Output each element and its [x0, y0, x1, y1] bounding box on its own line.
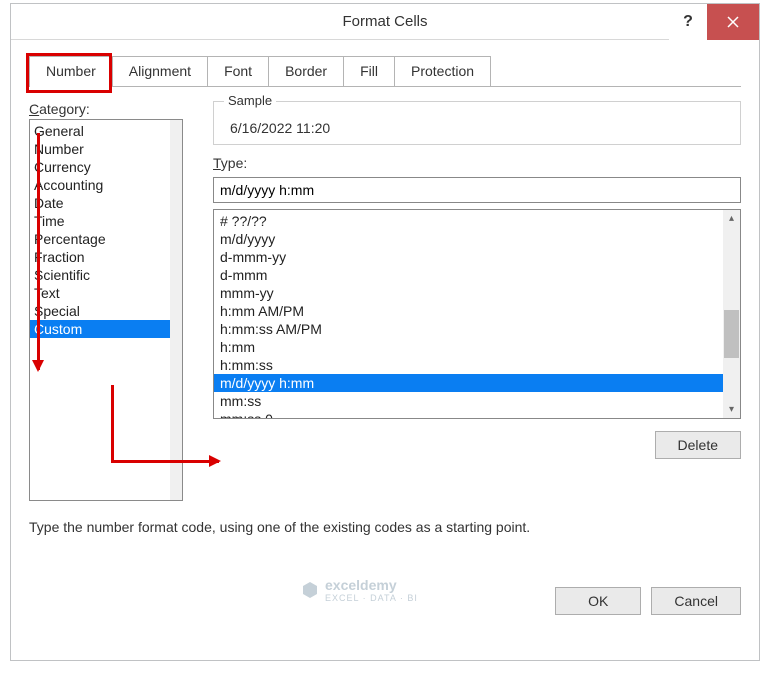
- type-item[interactable]: m/d/yyyy: [214, 230, 723, 248]
- category-item-special[interactable]: Special: [30, 302, 170, 320]
- type-item-selected[interactable]: m/d/yyyy h:mm: [214, 374, 723, 392]
- sample-box: Sample 6/16/2022 11:20: [213, 101, 741, 145]
- category-item-date[interactable]: Date: [30, 194, 170, 212]
- category-item-percentage[interactable]: Percentage: [30, 230, 170, 248]
- type-item[interactable]: mmm-yy: [214, 284, 723, 302]
- category-item-text[interactable]: Text: [30, 284, 170, 302]
- category-item-scientific[interactable]: Scientific: [30, 266, 170, 284]
- type-item[interactable]: mm:ss: [214, 392, 723, 410]
- scroll-down-icon[interactable]: ▾: [723, 401, 740, 418]
- category-label: Category:: [29, 101, 199, 117]
- format-cells-dialog: Format Cells ? Number Alignment Font Bor…: [10, 3, 760, 661]
- annotation-arrow-right-vertical: [111, 385, 114, 463]
- annotation-arrow-down: [37, 133, 40, 370]
- dialog-title: Format Cells: [11, 13, 759, 30]
- category-column: Category: General Number Currency Accoun…: [29, 101, 199, 501]
- scroll-up-icon[interactable]: ▴: [723, 210, 740, 227]
- category-item-fraction[interactable]: Fraction: [30, 248, 170, 266]
- type-input[interactable]: [213, 177, 741, 203]
- tab-bar: Number Alignment Font Border Fill Protec…: [29, 56, 741, 87]
- cancel-button[interactable]: Cancel: [651, 587, 741, 615]
- tab-border[interactable]: Border: [268, 56, 344, 86]
- sample-value: 6/16/2022 11:20: [224, 120, 730, 136]
- help-button[interactable]: ?: [669, 4, 707, 40]
- titlebar: Format Cells ?: [11, 4, 759, 40]
- type-scrollbar[interactable]: ▴ ▾: [723, 210, 740, 418]
- dialog-content: Number Alignment Font Border Fill Protec…: [11, 40, 759, 625]
- annotation-arrow-right-horizontal: [111, 460, 219, 463]
- category-scrollbar[interactable]: [170, 120, 182, 500]
- category-item-custom[interactable]: Custom: [30, 320, 170, 338]
- type-item[interactable]: h:mm:ss: [214, 356, 723, 374]
- title-buttons: ?: [669, 4, 759, 40]
- close-button[interactable]: [707, 4, 759, 40]
- sample-legend: Sample: [224, 93, 276, 108]
- type-item[interactable]: h:mm: [214, 338, 723, 356]
- type-list[interactable]: # ??/?? m/d/yyyy d-mmm-yy d-mmm mmm-yy h…: [213, 209, 741, 419]
- watermark-sub: EXCEL · DATA · BI: [325, 593, 418, 603]
- category-item-time[interactable]: Time: [30, 212, 170, 230]
- ok-button[interactable]: OK: [555, 587, 641, 615]
- tab-number[interactable]: Number: [29, 56, 113, 86]
- watermark: exceldemy EXCEL · DATA · BI: [301, 577, 418, 603]
- delete-row: Delete: [213, 431, 741, 459]
- category-list[interactable]: General Number Currency Accounting Date …: [29, 119, 183, 501]
- close-icon: [727, 16, 739, 28]
- type-item[interactable]: h:mm:ss AM/PM: [214, 320, 723, 338]
- category-item-currency[interactable]: Currency: [30, 158, 170, 176]
- type-item[interactable]: d-mmm: [214, 266, 723, 284]
- panel: Category: General Number Currency Accoun…: [29, 101, 741, 501]
- tab-protection[interactable]: Protection: [394, 56, 491, 86]
- category-item-accounting[interactable]: Accounting: [30, 176, 170, 194]
- type-item[interactable]: d-mmm-yy: [214, 248, 723, 266]
- type-item[interactable]: # ??/??: [214, 212, 723, 230]
- tab-font[interactable]: Font: [207, 56, 269, 86]
- hint-text: Type the number format code, using one o…: [29, 519, 741, 535]
- tab-alignment[interactable]: Alignment: [112, 56, 208, 86]
- watermark-brand: exceldemy: [325, 577, 397, 593]
- right-column: Sample 6/16/2022 11:20 Type: # ??/?? m/d…: [213, 101, 741, 501]
- type-label: Type:: [213, 155, 741, 171]
- type-item[interactable]: h:mm AM/PM: [214, 302, 723, 320]
- category-item-general[interactable]: General: [30, 122, 170, 140]
- tab-fill[interactable]: Fill: [343, 56, 395, 86]
- logo-icon: [301, 581, 319, 599]
- category-list-inner: General Number Currency Accounting Date …: [30, 120, 170, 500]
- delete-button[interactable]: Delete: [655, 431, 741, 459]
- category-item-number[interactable]: Number: [30, 140, 170, 158]
- type-list-inner: # ??/?? m/d/yyyy d-mmm-yy d-mmm mmm-yy h…: [214, 210, 723, 418]
- type-item[interactable]: mm:ss.0: [214, 410, 723, 419]
- scroll-thumb[interactable]: [724, 310, 739, 358]
